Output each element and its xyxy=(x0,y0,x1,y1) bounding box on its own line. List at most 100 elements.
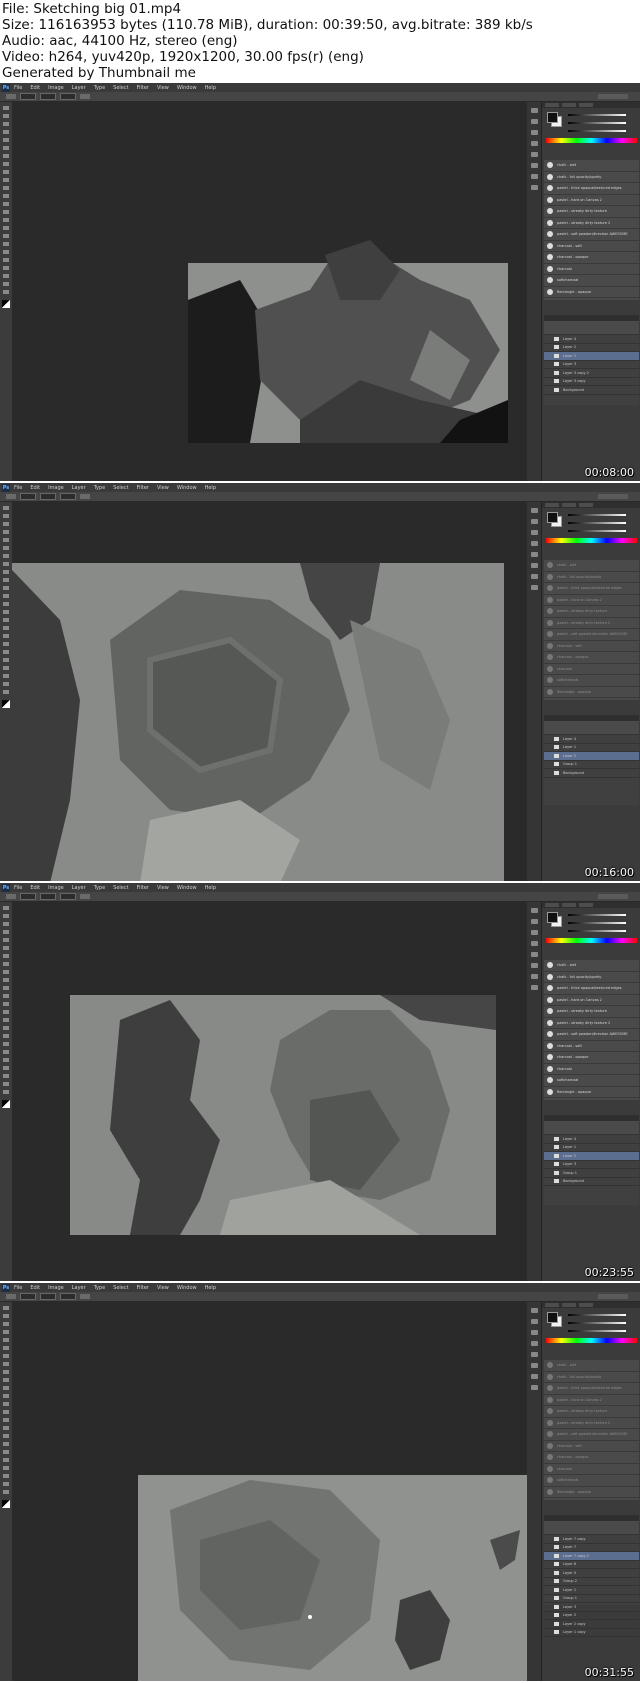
tab-color[interactable] xyxy=(545,503,559,507)
tab-navigator[interactable] xyxy=(579,903,593,907)
brush-preset-item[interactable]: pastel - streaky dirty texture 2 xyxy=(544,1418,639,1429)
brush-preset-item[interactable]: charcoal - soft xyxy=(544,1441,639,1452)
brush-preset-item[interactable]: chalk - wet xyxy=(544,960,639,972)
brush-preset-item[interactable]: chalk - full opacity/spotty xyxy=(544,1372,639,1383)
layer-row[interactable]: Layer 7 copy xyxy=(544,1535,639,1544)
brush-preset-item[interactable]: charcoal - opaque xyxy=(544,1452,639,1464)
panel-dock-icon[interactable] xyxy=(530,1385,538,1390)
brush-preset-item[interactable]: pastel - thick opaque/textured edges xyxy=(544,983,639,995)
panel-dock-icon[interactable] xyxy=(530,1308,538,1313)
color-slider[interactable] xyxy=(568,914,626,916)
panel-dock-icon[interactable] xyxy=(530,163,538,168)
tab-swatches[interactable] xyxy=(562,503,576,507)
color-slider[interactable] xyxy=(568,922,626,924)
layer-row[interactable]: Layer 6 xyxy=(544,1561,639,1569)
brush-preset-item[interactable]: chalk - full opacity/spotty xyxy=(544,172,639,183)
brush-preset-item[interactable]: charcoal xyxy=(544,1464,639,1475)
color-slider[interactable] xyxy=(568,1322,626,1324)
brush-preset-item[interactable]: pastel - hard on Canvas 2 xyxy=(544,995,639,1006)
brush-preset-item[interactable]: pastel - streaky dirty texture xyxy=(544,1406,639,1418)
panel-dock-icon[interactable] xyxy=(530,519,538,524)
panel-dock-icon[interactable] xyxy=(530,1363,538,1368)
panel-dock-icon[interactable] xyxy=(530,930,538,935)
brush-preset-item[interactable]: pastel - streaky dirty texture xyxy=(544,606,639,618)
color-slider[interactable] xyxy=(568,930,626,932)
tab-color[interactable] xyxy=(545,903,559,907)
brush-preset-item[interactable]: charcoal xyxy=(544,264,639,275)
layer-row[interactable]: Group 1 xyxy=(544,761,639,769)
panel-dock-icon[interactable] xyxy=(530,552,538,557)
brush-preset-item[interactable]: pastel - streaky dirty texture xyxy=(544,206,639,218)
brush-preset-item[interactable]: pastel - hard on Canvas 2 xyxy=(544,595,639,606)
layer-row[interactable]: Layer 3 xyxy=(544,361,639,369)
layer-row[interactable]: Layer 2 xyxy=(544,1152,639,1161)
tab-navigator[interactable] xyxy=(579,1303,593,1307)
panel-dock-icon[interactable] xyxy=(530,941,538,946)
panel-dock-icon[interactable] xyxy=(530,119,538,124)
panel-dock-icon[interactable] xyxy=(530,508,538,513)
brush-preset-item[interactable]: pastel - thick opaque/textured edges xyxy=(544,183,639,195)
layer-row[interactable]: Layer 2 copy xyxy=(544,1620,639,1629)
tab-swatches[interactable] xyxy=(562,103,576,107)
panel-dock-icon[interactable] xyxy=(530,908,538,913)
panel-dock-icon[interactable] xyxy=(530,1341,538,1346)
brush-preset-item[interactable]: chalk - full opacity/spotty xyxy=(544,972,639,983)
panel-dock-icon[interactable] xyxy=(530,141,538,146)
brush-preset-item[interactable]: chalk - wet xyxy=(544,160,639,172)
brush-preset-item[interactable]: charcoal xyxy=(544,664,639,675)
layer-row[interactable]: Layer 7 xyxy=(544,1544,639,1552)
panel-dock-icon[interactable] xyxy=(530,963,538,968)
color-slider[interactable] xyxy=(568,522,626,524)
tab-color[interactable] xyxy=(545,1303,559,1307)
layer-row[interactable]: Layer 4 xyxy=(544,335,639,344)
brush-preset-item[interactable]: softcharcoal xyxy=(544,675,639,687)
layer-row[interactable]: Layer 5 xyxy=(544,1569,639,1578)
brush-preset-item[interactable]: pastel - soft powder/direction AWESOME xyxy=(544,229,639,241)
tab-swatches[interactable] xyxy=(562,903,576,907)
foreground-color-swatch[interactable] xyxy=(547,512,558,523)
panel-dock-icon[interactable] xyxy=(530,585,538,590)
layer-row[interactable]: Layer 1 xyxy=(544,352,639,361)
panel-dock-icon[interactable] xyxy=(530,974,538,979)
brush-preset-item[interactable]: pastel - soft powder/direction AWESOME xyxy=(544,1429,639,1441)
panel-dock-icon[interactable] xyxy=(530,985,538,990)
panel-dock-icon[interactable] xyxy=(530,574,538,579)
brush-preset-item[interactable]: chalk - wet xyxy=(544,560,639,572)
brush-preset-item[interactable]: charcoal - soft xyxy=(544,1041,639,1052)
panel-dock-icon[interactable] xyxy=(530,174,538,179)
panel-dock-icon[interactable] xyxy=(530,1319,538,1324)
panel-dock-icon[interactable] xyxy=(530,130,538,135)
color-spectrum-bar[interactable] xyxy=(546,938,637,943)
brush-preset-item[interactable]: charcoal xyxy=(544,1064,639,1075)
brush-preset-item[interactable]: pastel - streaky dirty texture 2 xyxy=(544,618,639,629)
layer-row[interactable]: Layer 1 copy xyxy=(544,1629,639,1637)
panel-dock-icon[interactable] xyxy=(530,1330,538,1335)
tab-swatches[interactable] xyxy=(562,1303,576,1307)
panel-dock-icon[interactable] xyxy=(530,185,538,190)
color-slider[interactable] xyxy=(568,514,626,516)
brush-preset-item[interactable]: softcharcoal xyxy=(544,1075,639,1087)
brush-preset-item[interactable]: pastel - streaky dirty texture 2 xyxy=(544,218,639,229)
brush-preset-item[interactable]: pastel - thick opaque/textured edges xyxy=(544,583,639,595)
layer-row[interactable]: Layer 3 xyxy=(544,1603,639,1612)
brush-preset-item[interactable]: softcharcoal xyxy=(544,1475,639,1487)
panel-dock-icon[interactable] xyxy=(530,108,538,113)
layer-row[interactable]: Group 1 xyxy=(544,1169,639,1178)
color-slider[interactable] xyxy=(568,530,626,532)
brush-preset-item[interactable]: pastel - soft powder/direction AWESOME xyxy=(544,1029,639,1041)
brush-preset-item[interactable]: charcoal - opaque xyxy=(544,652,639,664)
color-slider[interactable] xyxy=(568,1314,626,1316)
layer-row[interactable]: Layer 1 xyxy=(544,744,639,752)
foreground-color-swatch[interactable] xyxy=(547,1312,558,1323)
layer-row[interactable]: Layer 3 copy 2 xyxy=(544,369,639,378)
panel-dock-icon[interactable] xyxy=(530,530,538,535)
brush-preset-item[interactable]: pastel - streaky dirty texture xyxy=(544,1006,639,1018)
layer-row[interactable]: Background xyxy=(544,1178,639,1186)
panel-dock-icon[interactable] xyxy=(530,1374,538,1379)
brush-preset-item[interactable]: charcoal - opaque xyxy=(544,252,639,264)
brush-preset-item[interactable]: pastel - hard on Canvas 2 xyxy=(544,1395,639,1406)
brush-preset-item[interactable]: pastel - thick opaque/textured edges xyxy=(544,1383,639,1395)
panel-dock-icon[interactable] xyxy=(530,919,538,924)
panel-dock-icon[interactable] xyxy=(530,1352,538,1357)
brush-preset-item[interactable]: Rectangle - opaque xyxy=(544,1087,639,1098)
